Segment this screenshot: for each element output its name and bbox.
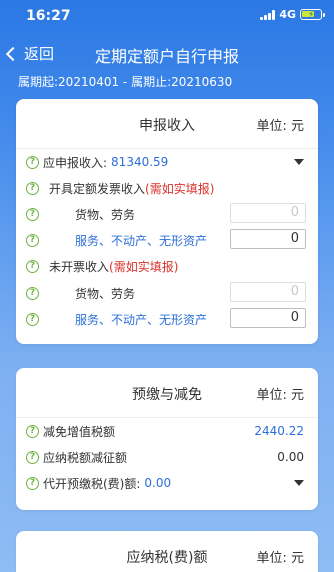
not-invoiced-income-label: 未开票收入	[49, 259, 110, 274]
network-label: 4G	[279, 8, 296, 21]
help-icon[interactable]: ?	[26, 155, 39, 169]
tax-reduction-label: 应纳税额减征额	[43, 450, 128, 465]
unit-label: 单位: 元	[256, 388, 304, 403]
vat-reduction-label: 减免增值税额	[43, 424, 116, 439]
not-invoiced-services-row: ? 服务、不动产、无形资产 0	[26, 306, 308, 332]
services-label[interactable]: 服务、不动产、无形资产	[75, 311, 207, 328]
navigation-bar: 返回 定期定额户自行申报	[0, 36, 334, 72]
not-invoiced-services-input[interactable]: 0	[230, 308, 306, 328]
declared-income-card: 申报收入 单位: 元 ? 应申报收入: 81340.59 ? 开具定额发票收入 …	[16, 99, 318, 344]
vat-reduction-value[interactable]: 2440.22	[254, 424, 304, 438]
vat-reduction-row: ? 减免增值税额 2440.22	[26, 418, 308, 444]
declared-income-label: 应申报收入:	[43, 155, 108, 170]
help-icon[interactable]: ?	[26, 233, 39, 247]
services-label[interactable]: 服务、不动产、无形资产	[75, 232, 207, 249]
not-invoiced-goods-row: ? 货物、劳务 0	[26, 280, 308, 306]
help-icon[interactable]: ?	[26, 181, 39, 195]
status-indicators: 4G ⚡	[260, 8, 325, 21]
invoiced-services-input[interactable]: 0	[230, 229, 306, 249]
not-invoiced-income-row: ? 未开票收入 (需如实填报)	[26, 253, 308, 279]
goods-label: 货物、劳务	[75, 207, 136, 222]
tax-reduction-row: ? 应纳税额减征额 0.00	[26, 444, 308, 470]
invoiced-income-note: (需如实填报)	[145, 181, 215, 196]
invoiced-goods-input: 0	[230, 203, 306, 223]
prepaid-tax-row[interactable]: ? 代开预缴税(费)额: 0.00	[26, 470, 308, 496]
status-bar: 16:27 4G ⚡	[0, 0, 334, 34]
status-time: 16:27	[26, 8, 71, 24]
help-icon[interactable]: ?	[26, 207, 39, 221]
card-header: 预缴与减免 单位: 元	[16, 368, 318, 418]
unit-label: 单位: 元	[256, 119, 304, 134]
goods-label: 货物、劳务	[75, 286, 136, 301]
declared-income-row[interactable]: ? 应申报收入: 81340.59	[26, 149, 308, 175]
caret-down-icon[interactable]	[294, 159, 304, 165]
tax-reduction-value: 0.00	[277, 450, 304, 464]
caret-down-icon[interactable]	[294, 480, 304, 486]
not-invoiced-goods-input: 0	[230, 282, 306, 302]
help-icon[interactable]: ?	[26, 312, 39, 326]
not-invoiced-income-note: (需如实填报)	[109, 259, 179, 274]
declared-income-value: 81340.59	[111, 155, 169, 169]
invoiced-goods-row: ? 货物、劳务 0	[26, 201, 308, 227]
invoiced-income-label: 开具定额发票收入	[49, 181, 146, 196]
card-header: 应纳税(费)额 单位: 元	[16, 531, 318, 572]
tax-period: 属期起:20210401 - 属期止:20210630	[18, 75, 233, 89]
payable-tax-card: 应纳税(费)额 单位: 元	[16, 531, 318, 572]
battery-icon: ⚡	[300, 9, 325, 20]
card-header: 申报收入 单位: 元	[16, 99, 318, 149]
prepaid-tax-label: 代开预缴税(费)额:	[43, 476, 141, 491]
signal-icon	[260, 9, 276, 20]
invoiced-income-row: ? 开具定额发票收入 (需如实填报)	[26, 175, 308, 201]
help-icon[interactable]: ?	[26, 424, 39, 438]
prepaid-tax-value: 0.00	[144, 476, 172, 490]
help-icon[interactable]: ?	[26, 476, 39, 490]
prepayment-reduction-card: 预缴与减免 单位: 元 ? 减免增值税额 2440.22 ? 应纳税额减征额 0…	[16, 368, 318, 510]
help-icon[interactable]: ?	[26, 259, 39, 273]
page-title: 定期定额户自行申报	[94, 47, 239, 66]
unit-label: 单位: 元	[256, 551, 304, 566]
help-icon[interactable]: ?	[26, 286, 39, 300]
help-icon[interactable]: ?	[26, 450, 39, 464]
invoiced-services-row: ? 服务、不动产、无形资产 0	[26, 227, 308, 253]
